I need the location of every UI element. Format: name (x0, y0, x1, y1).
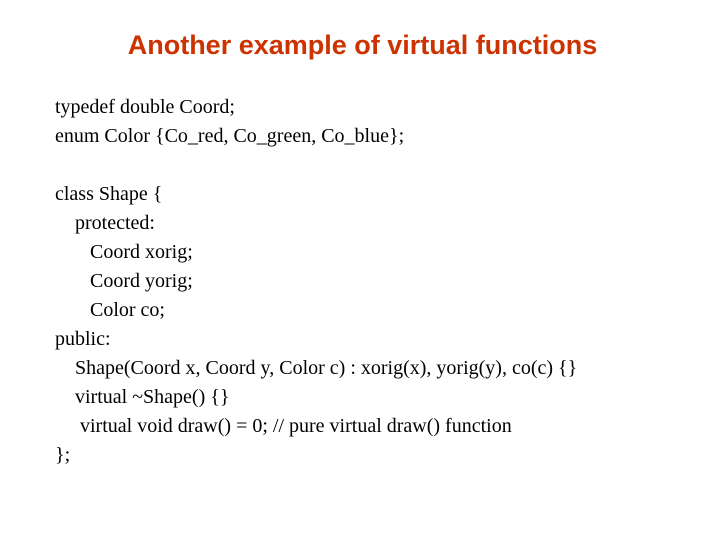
code-line: virtual void draw() = 0; // pure virtual… (55, 415, 512, 437)
code-line: virtual ~Shape() {} (55, 386, 229, 408)
code-line: Shape(Coord x, Coord y, Color c) : xorig… (55, 357, 577, 379)
code-line: typedef double Coord; (55, 96, 235, 118)
code-line: Coord xorig; (55, 241, 193, 263)
code-line: }; (55, 444, 70, 466)
slide-title: Another example of virtual functions (55, 30, 670, 61)
code-line: Color co; (55, 299, 165, 321)
code-line: Coord yorig; (55, 270, 193, 292)
code-line: class Shape { (55, 183, 162, 205)
code-line: enum Color {Co_red, Co_green, Co_blue}; (55, 125, 404, 147)
code-line: protected: (55, 212, 155, 234)
slide: Another example of virtual functions typ… (0, 0, 720, 540)
code-block: typedef double Coord; enum Color {Co_red… (55, 93, 670, 470)
code-line: public: (55, 328, 111, 350)
